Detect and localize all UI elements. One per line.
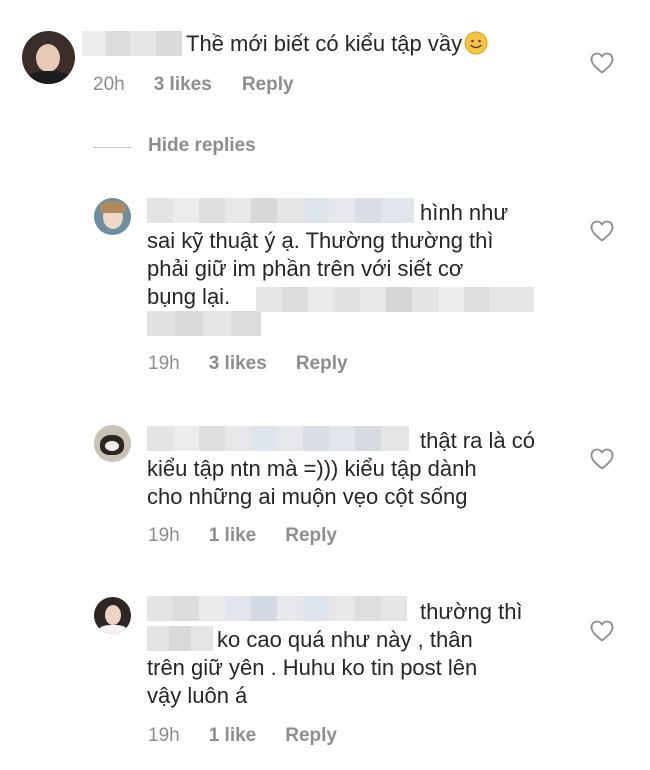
mention-blurred[interactable] — [147, 311, 261, 336]
comment-time: 20h — [93, 74, 125, 95]
reply-2-line-2: kiểu tập ntn mà =))) kiểu tập dành — [147, 456, 477, 481]
reply-1-line-3: phải giữ im phần trên với siết cơ — [147, 256, 464, 281]
reply-3-meta: 19h 1 like Reply — [148, 724, 337, 748]
heart-outline-icon[interactable] — [590, 52, 614, 74]
username-blurred[interactable] — [82, 31, 182, 56]
reply-3-time: 19h — [148, 725, 180, 746]
reply-2-line-3: cho những ai muộn vẹo cột sống — [147, 484, 468, 509]
reply-3-line-1: thường thì — [420, 599, 523, 624]
avatar-commenter[interactable] — [22, 31, 75, 84]
reply-1-reply-button[interactable]: Reply — [296, 353, 348, 375]
reply-3-reply-button[interactable]: Reply — [285, 725, 337, 747]
reply-2-line-1: thật ra là có — [420, 428, 535, 453]
reply-1-line-2: sai kỹ thuật ý ạ. Thường thường thì — [147, 228, 494, 253]
avatar-face — [36, 44, 60, 72]
avatar-face — [105, 605, 121, 625]
avatar-hair — [100, 201, 126, 213]
reply-2-time: 19h — [148, 525, 180, 546]
mention-blurred[interactable] — [147, 626, 213, 651]
username-blurred[interactable] — [147, 426, 409, 451]
comment-reply-button[interactable]: Reply — [242, 74, 294, 96]
avatar-reply-2[interactable] — [94, 425, 131, 462]
reply-1-time: 19h — [148, 353, 180, 374]
comment-text: Thề mới biết có kiểu tập vầy — [186, 30, 488, 58]
comment-meta: 20h 3 likes Reply — [93, 73, 294, 97]
avatar-shirt — [28, 71, 70, 84]
reply-2-reply-button[interactable]: Reply — [285, 525, 337, 547]
smiley-emoji-icon — [464, 31, 488, 55]
avatar-reply-1[interactable] — [94, 198, 131, 235]
reply-3-line-4: vậy luôn á — [147, 683, 248, 708]
heart-outline-icon[interactable] — [590, 448, 614, 470]
reply-1-line-1: hình như — [420, 200, 509, 225]
reply-1-likes-link[interactable]: 3 likes — [209, 353, 267, 375]
reply-1-line-4: bụng lại. — [147, 284, 231, 309]
reply-3-line-3: trên giữ yên . Huhu ko tin post lên — [147, 655, 478, 680]
avatar-face — [105, 441, 119, 451]
replies-divider-line — [93, 147, 132, 148]
comment-likes-link[interactable]: 3 likes — [154, 74, 212, 96]
username-blurred[interactable] — [147, 596, 407, 621]
reply-2-likes-link[interactable]: 1 like — [209, 525, 257, 547]
avatar-shirt — [99, 625, 127, 634]
heart-outline-icon[interactable] — [590, 220, 614, 242]
mention-blurred[interactable] — [256, 287, 534, 312]
reply-2-meta: 19h 1 like Reply — [148, 524, 337, 548]
heart-outline-icon[interactable] — [590, 620, 614, 642]
avatar-reply-3[interactable] — [94, 597, 131, 634]
hide-replies-button[interactable]: Hide replies — [148, 135, 256, 157]
reply-3-line-2: ko cao quá như này , thân — [217, 627, 473, 652]
username-blurred[interactable] — [147, 198, 414, 223]
reply-1-meta: 19h 3 likes Reply — [148, 352, 348, 376]
reply-3-likes-link[interactable]: 1 like — [209, 725, 257, 747]
